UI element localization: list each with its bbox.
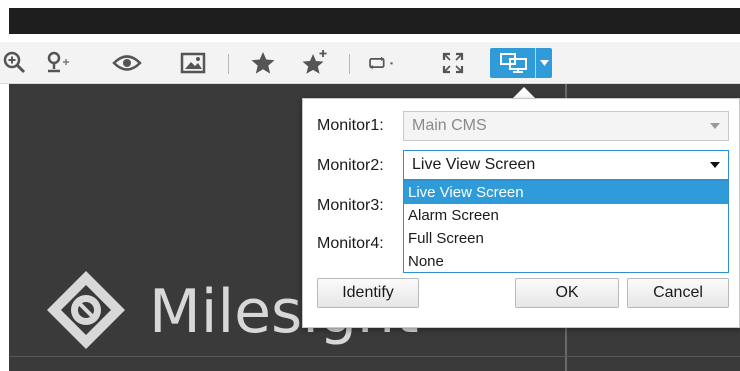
star-add-icon[interactable] <box>300 49 330 77</box>
monitor2-select[interactable]: Live View Screen <box>403 150 729 180</box>
zoom-in-icon[interactable] <box>0 49 30 77</box>
dropdown-option-live-view[interactable]: Live View Screen <box>404 181 728 204</box>
dropdown-option-full-screen[interactable]: Full Screen <box>404 227 728 250</box>
toolbar <box>0 42 740 84</box>
monitor2-value: Live View Screen <box>412 156 536 173</box>
image-icon[interactable] <box>178 49 208 77</box>
monitor1-value: Main CMS <box>412 117 487 134</box>
dropdown-option-none[interactable]: None <box>404 250 728 273</box>
toolbar-separator <box>228 54 229 74</box>
ok-button[interactable]: OK <box>515 278 619 308</box>
identify-button[interactable]: Identify <box>317 278 419 308</box>
dropdown-option-alarm[interactable]: Alarm Screen <box>404 204 728 227</box>
chevron-down-icon <box>710 123 720 129</box>
eye-icon[interactable] <box>112 49 142 77</box>
multi-monitor-button[interactable] <box>490 48 552 78</box>
monitor1-label: Monitor1: <box>317 117 384 134</box>
monitor4-label: Monitor4: <box>317 235 384 252</box>
top-strip <box>0 0 740 42</box>
video-divider <box>9 356 740 357</box>
monitor1-select: Main CMS <box>403 111 729 141</box>
caption-bar <box>9 8 740 34</box>
monitor3-label: Monitor3: <box>317 197 384 214</box>
monitor-settings-dialog: Monitor1: Main CMS Monitor2: Live View S… <box>302 98 740 328</box>
chevron-down-icon[interactable] <box>710 162 720 168</box>
milesight-logo-icon <box>47 271 125 349</box>
multi-monitor-icon <box>500 53 527 73</box>
toolbar-separator <box>349 54 350 74</box>
sequence-icon[interactable] <box>368 49 398 77</box>
monitor2-dropdown-list: Live View Screen Alarm Screen Full Scree… <box>403 180 729 273</box>
ptz-icon[interactable] <box>44 49 74 77</box>
monitor2-label: Monitor2: <box>317 157 384 174</box>
fullscreen-icon[interactable] <box>438 49 468 77</box>
star-icon[interactable] <box>248 49 278 77</box>
cancel-button[interactable]: Cancel <box>627 278 729 308</box>
chevron-down-icon[interactable] <box>535 48 552 78</box>
